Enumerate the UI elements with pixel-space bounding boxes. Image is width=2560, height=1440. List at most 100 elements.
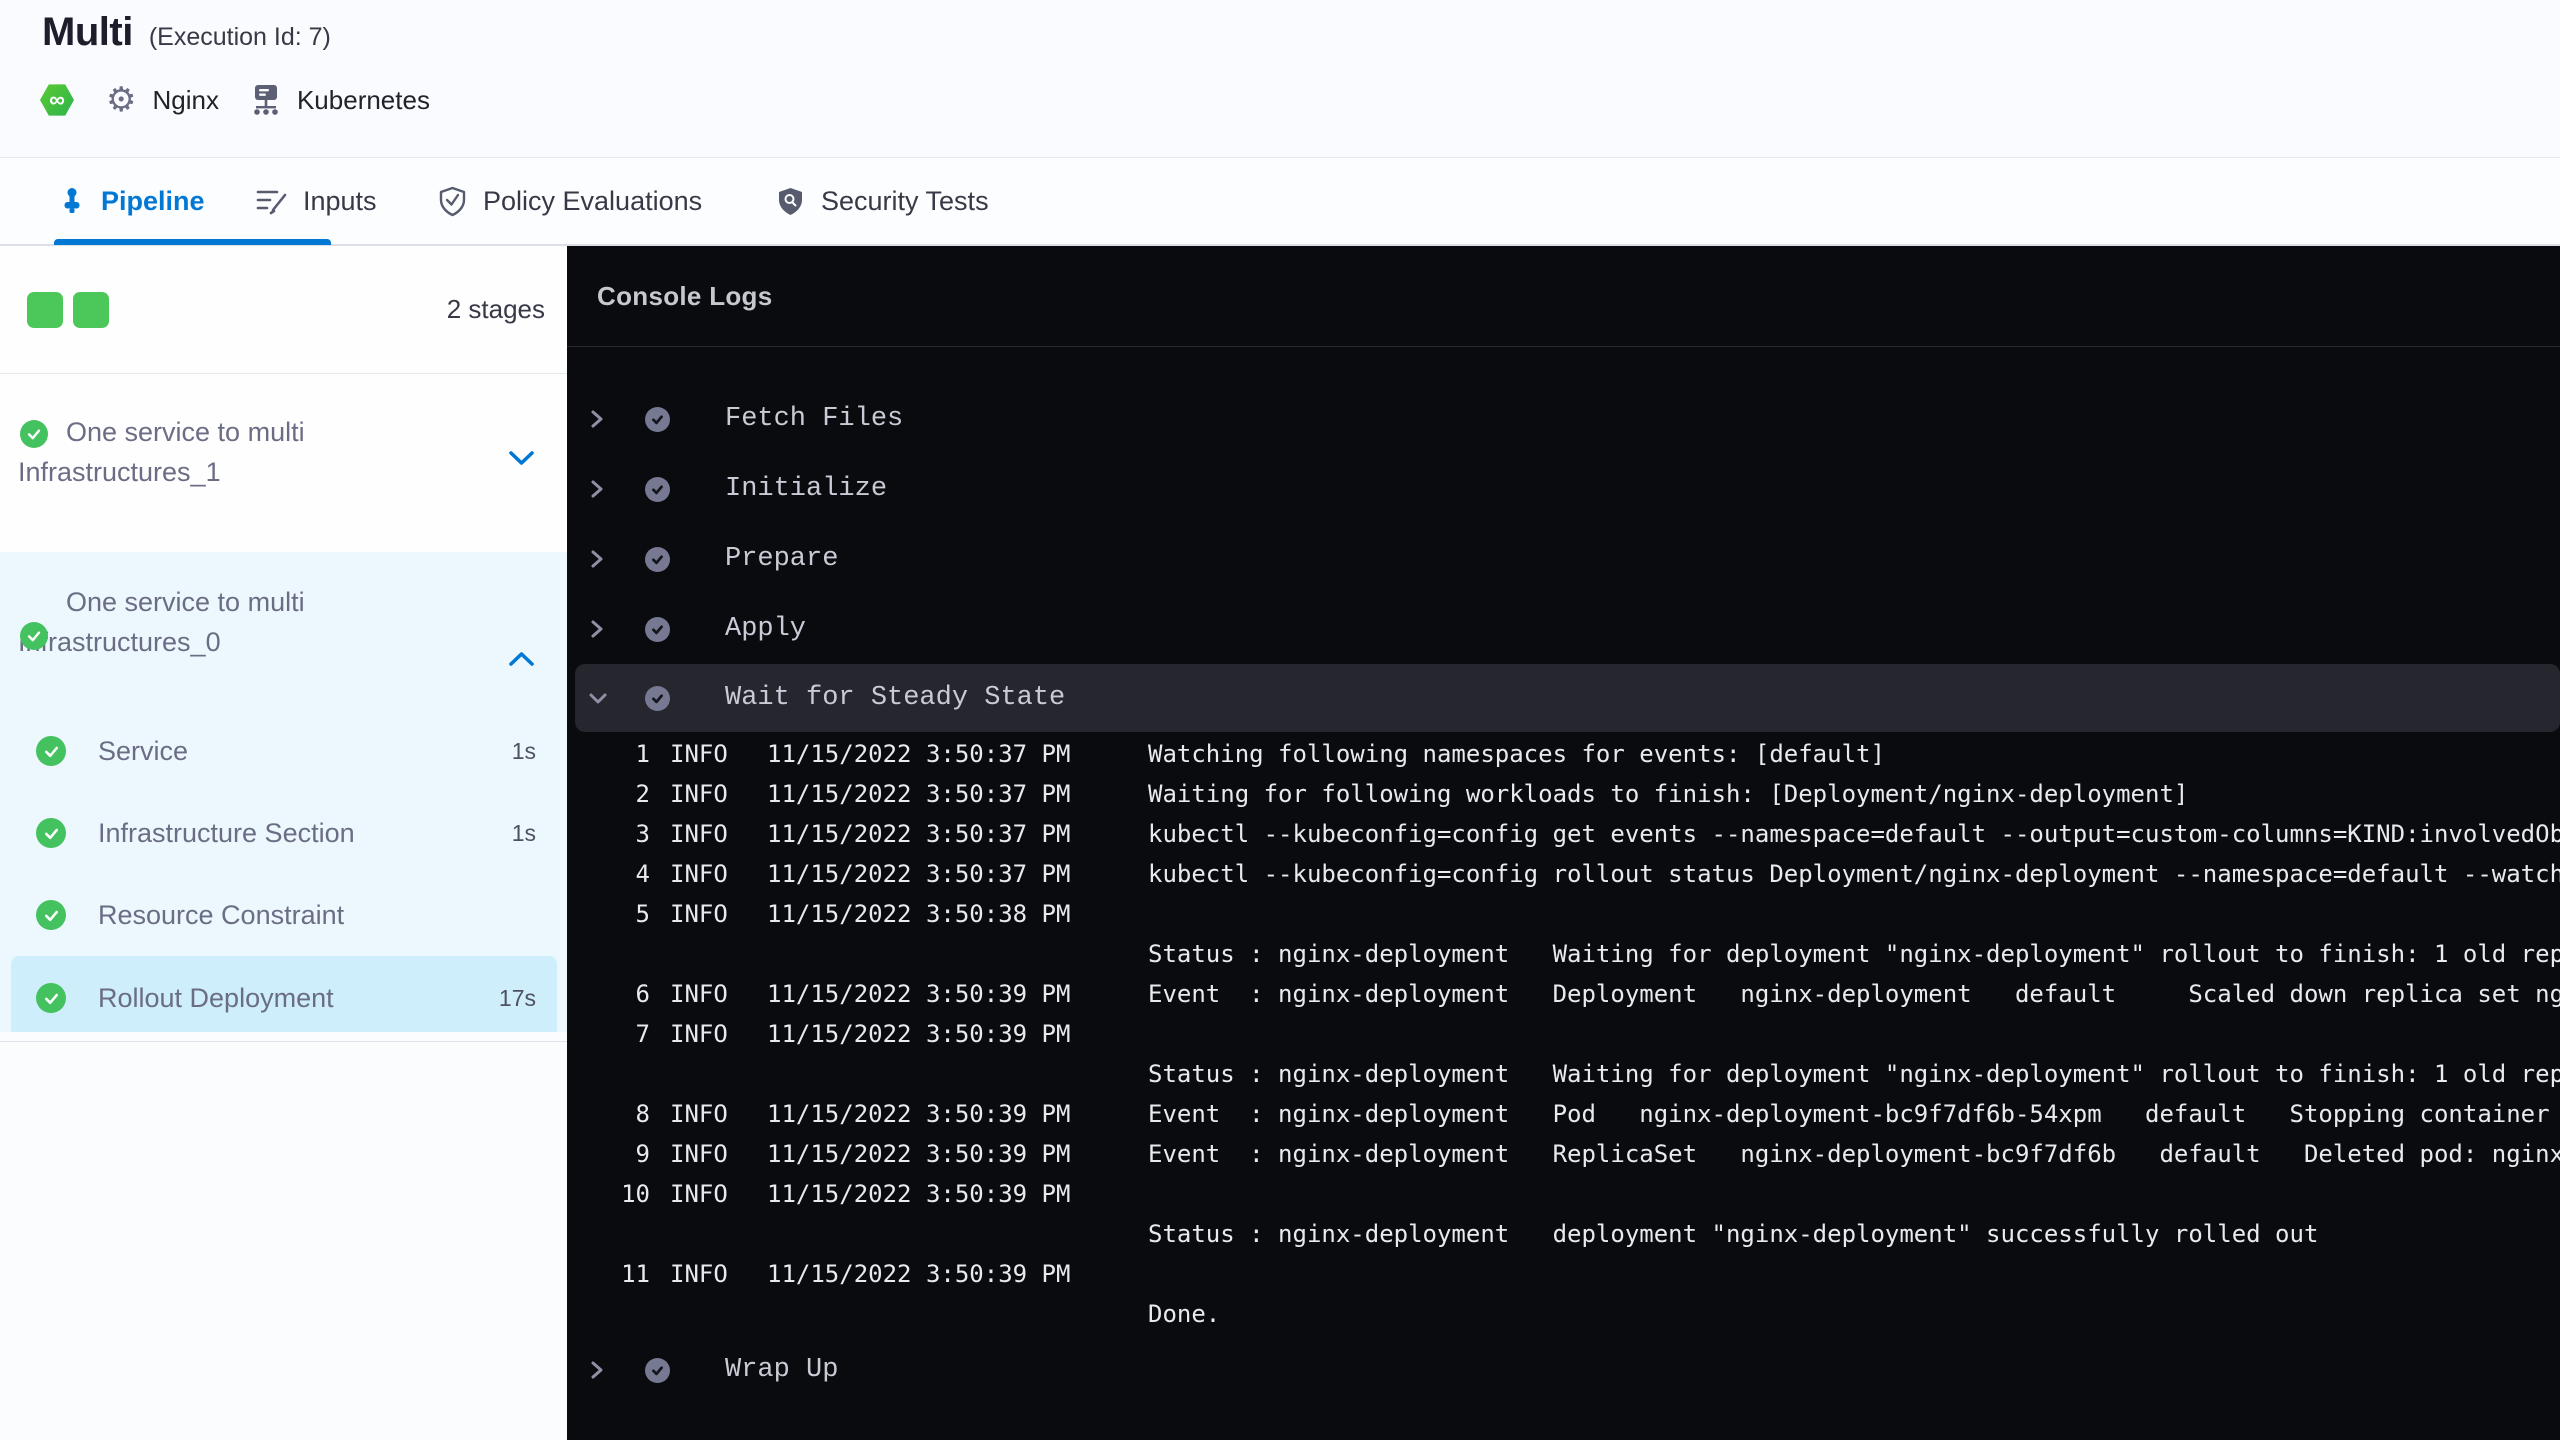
chevron-right-icon[interactable] <box>588 1360 606 1380</box>
environment-badge-kubernetes[interactable]: Kubernetes <box>251 83 430 117</box>
stages-summary-bar: 2 stages <box>0 246 567 374</box>
console-step-fetch-files[interactable]: Fetch Files <box>567 384 2560 454</box>
execution-title-row: Multi (Execution Id: 7) <box>42 10 331 55</box>
chevron-up-icon[interactable] <box>508 650 535 672</box>
log-line: 8 INFO 11/15/2022 3:50:39 PM Event : nginx-… <box>567 1094 2560 1134</box>
sidebar-step-infrastructure-section[interactable]: Infrastructure Section 1s <box>11 792 557 874</box>
tab-pipeline[interactable]: Pipeline <box>59 158 205 244</box>
log-message: Watching following namespaces for events… <box>1148 740 1885 768</box>
log-line-number: 2 <box>635 780 650 808</box>
sidebar-step-resource-constraint[interactable]: Resource Constraint <box>11 874 557 956</box>
console-step-name: Initialize <box>725 474 888 504</box>
success-check-icon <box>645 685 670 711</box>
chevron-down-icon[interactable] <box>588 689 608 707</box>
log-line: 6 INFO 11/15/2022 3:50:39 PM Event : nginx-… <box>567 974 2560 1014</box>
log-level: INFO <box>670 1140 728 1168</box>
console-steps: Fetch Files Initialize Prepare Apply Wai… <box>567 384 2560 1405</box>
log-line: 4 INFO 11/15/2022 3:50:37 PM kubectl --kube… <box>567 854 2560 894</box>
chevron-right-icon[interactable] <box>588 619 606 639</box>
log-timestamp: 11/15/2022 3:50:37 PM <box>767 780 1071 808</box>
log-line-number: 1 <box>635 740 650 768</box>
log-message: kubectl --kubeconfig=config rollout stat… <box>1148 860 2560 888</box>
log-line-number: 3 <box>635 820 650 848</box>
service-badge-nginx[interactable]: ⚙ Nginx <box>106 83 219 117</box>
sidebar-empty-area <box>0 1032 567 1440</box>
log-timestamp: 11/15/2022 3:50:37 PM <box>767 860 1071 888</box>
log-level: INFO <box>670 1100 728 1128</box>
active-tab-underline <box>54 239 331 245</box>
log-message: Status : nginx-deployment Waiting for de… <box>1148 940 2560 968</box>
step-name: Rollout Deployment <box>98 982 334 1013</box>
services-row: ∞ ⚙ Nginx Kubernetes <box>40 82 430 118</box>
tab-label: Policy Evaluations <box>483 185 703 216</box>
log-line: 9 INFO 11/15/2022 3:50:39 PM Event : nginx-… <box>567 1134 2560 1174</box>
console-step-wrap-up[interactable]: Wrap Up <box>567 1335 2560 1405</box>
tab-label: Inputs <box>303 185 377 216</box>
app-header: Multi (Execution Id: 7) ∞ ⚙ Nginx Kubern… <box>0 0 2560 158</box>
step-duration: 1s <box>511 737 536 764</box>
chevron-right-icon[interactable] <box>588 549 606 569</box>
success-check-icon <box>645 476 670 502</box>
log-timestamp: 11/15/2022 3:50:39 PM <box>767 1260 1071 1288</box>
log-line-number: 10 <box>621 1180 650 1208</box>
tab-label: Pipeline <box>101 185 205 216</box>
console-step-apply[interactable]: Apply <box>567 594 2560 664</box>
log-line: Status : nginx-deployment Waiting for de… <box>567 1054 2560 1094</box>
log-line: 10 INFO 11/15/2022 3:50:39 PM <box>567 1174 2560 1214</box>
log-timestamp: 11/15/2022 3:50:37 PM <box>767 820 1071 848</box>
chevron-right-icon[interactable] <box>588 409 606 429</box>
pipeline-status-badge: ∞ <box>40 83 74 117</box>
tab-inputs[interactable]: Inputs <box>256 158 377 244</box>
log-line: 7 INFO 11/15/2022 3:50:39 PM <box>567 1014 2560 1054</box>
chevron-right-icon[interactable] <box>588 479 606 499</box>
sidebar-divider <box>0 1041 567 1042</box>
log-message: Event : nginx-deployment Pod nginx-deplo… <box>1148 1100 2550 1128</box>
console-logs-panel[interactable]: Console Logs Fetch Files Initialize Prep… <box>567 246 2560 1440</box>
inputs-icon <box>256 187 287 215</box>
success-check-icon <box>36 818 66 848</box>
service-label: Nginx <box>152 84 219 115</box>
tab-security-tests[interactable]: Security Tests <box>776 158 989 244</box>
console-step-wait-for-steady-state[interactable]: Wait for Steady State <box>575 664 2560 732</box>
environment-label: Kubernetes <box>296 84 430 115</box>
log-timestamp: 11/15/2022 3:50:38 PM <box>767 900 1071 928</box>
log-timestamp: 11/15/2022 3:50:37 PM <box>767 740 1071 768</box>
step-name: Resource Constraint <box>98 899 345 930</box>
log-line: 3 INFO 11/15/2022 3:50:37 PM kubectl --kube… <box>567 814 2560 854</box>
log-line: 5 INFO 11/15/2022 3:50:38 PM <box>567 894 2560 934</box>
step-duration: 17s <box>498 984 536 1011</box>
stage-success-square <box>27 291 63 328</box>
log-line-number: 11 <box>621 1260 650 1288</box>
console-header: Console Logs <box>567 246 2560 347</box>
log-level: INFO <box>670 1260 728 1288</box>
console-step-name: Apply <box>725 614 807 644</box>
success-check-icon <box>645 1357 670 1383</box>
step-duration: 1s <box>511 819 536 846</box>
stage-item-infrastructures-1[interactable]: One service to multi Infrastructures_1 <box>0 374 567 552</box>
success-check-icon <box>645 546 670 572</box>
console-step-name: Wait for Steady State <box>725 683 1066 713</box>
console-step-initialize[interactable]: Initialize <box>567 454 2560 524</box>
stage-success-square <box>73 291 109 328</box>
pipeline-icon <box>59 187 85 215</box>
log-timestamp: 11/15/2022 3:50:39 PM <box>767 1020 1071 1048</box>
console-step-prepare[interactable]: Prepare <box>567 524 2560 594</box>
log-line: Done. <box>567 1294 2560 1334</box>
policy-evaluations-icon <box>438 186 467 217</box>
console-log-lines: 1 INFO 11/15/2022 3:50:37 PM Watching follo… <box>567 734 2560 1334</box>
step-name: Service <box>98 735 189 766</box>
log-level: INFO <box>670 900 728 928</box>
page-title: Multi <box>42 10 133 54</box>
log-timestamp: 11/15/2022 3:50:39 PM <box>767 1100 1071 1128</box>
log-timestamp: 11/15/2022 3:50:39 PM <box>767 1180 1071 1208</box>
log-line-number: 5 <box>635 900 650 928</box>
stage-item-infrastructures-0[interactable]: One service to multi Infrastructures_0 <box>0 582 567 710</box>
execution-tab-bar: Pipeline Inputs Policy Evaluations Secur… <box>0 158 2560 246</box>
console-step-name: Prepare <box>725 544 839 574</box>
sidebar-step-rollout-deployment[interactable]: Rollout Deployment 17s <box>11 956 557 1040</box>
stage-count-label: 2 stages <box>446 294 545 324</box>
log-line-number: 6 <box>635 980 650 1008</box>
tab-policy-evaluations[interactable]: Policy Evaluations <box>438 158 702 244</box>
chevron-down-icon[interactable] <box>508 450 535 472</box>
sidebar-step-service[interactable]: Service 1s <box>11 710 557 792</box>
